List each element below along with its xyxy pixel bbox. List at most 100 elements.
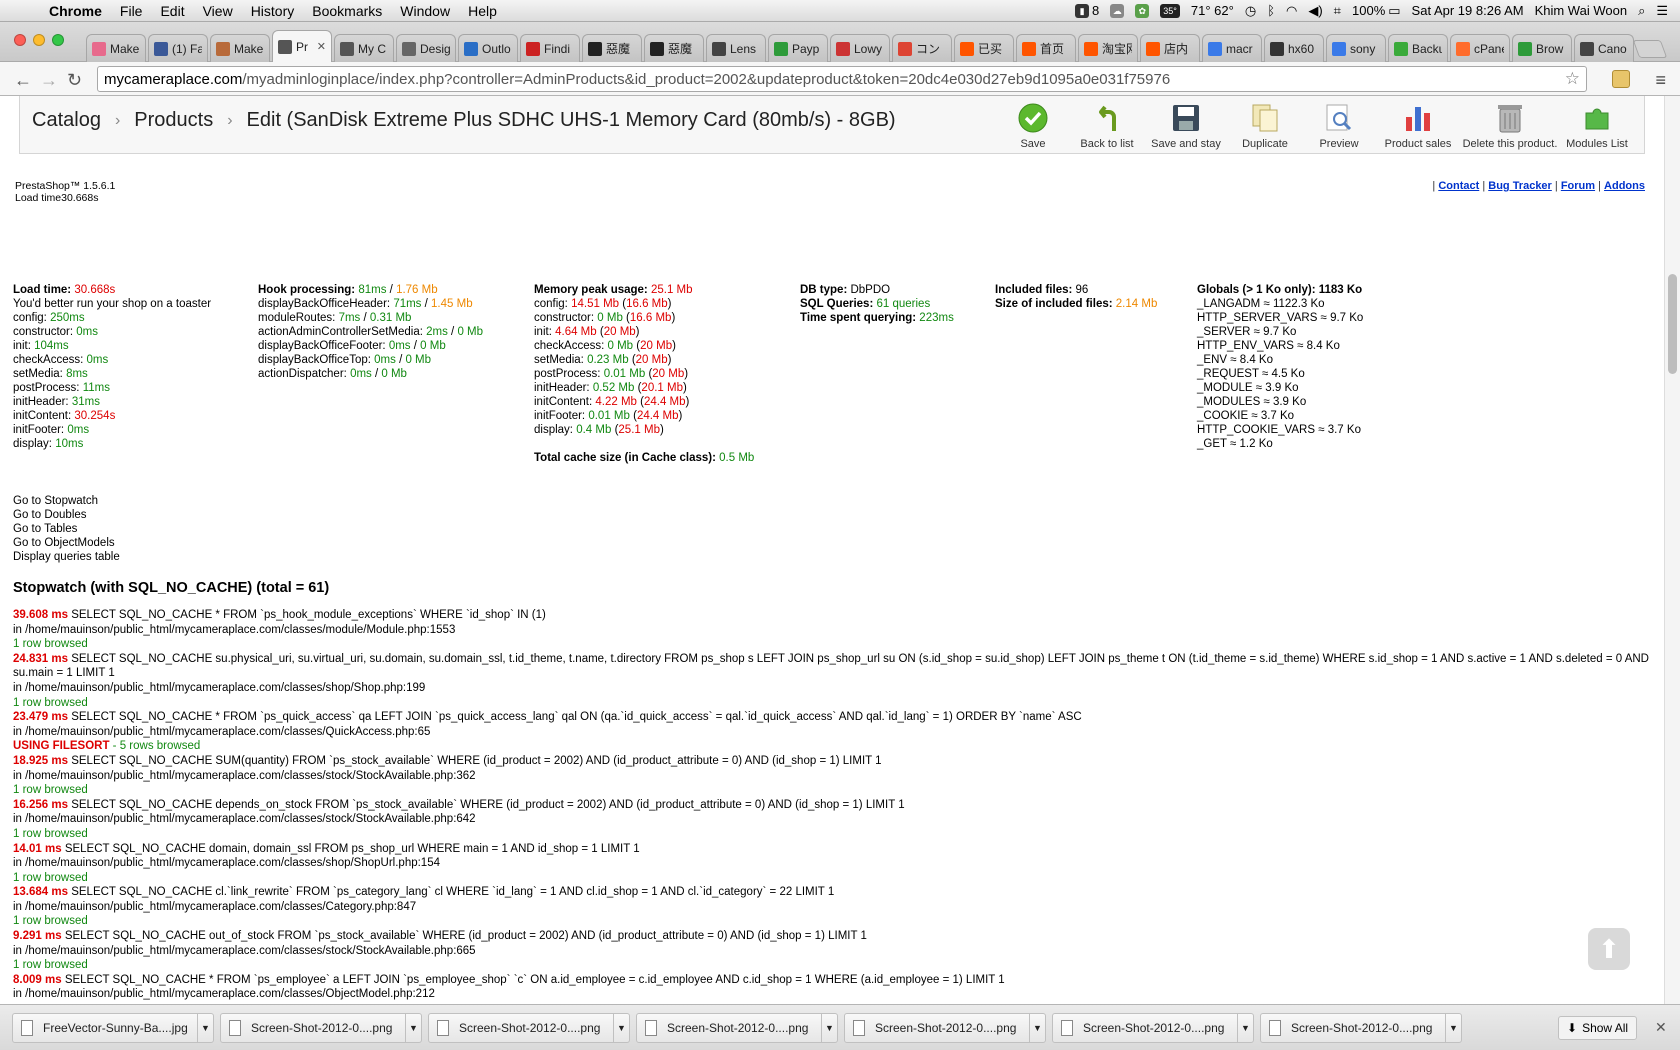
menu-app-name[interactable]: Chrome <box>40 3 111 19</box>
url-bar[interactable]: mycameraplace.com/myadminloginplace/inde… <box>97 66 1587 92</box>
goto-link[interactable]: Go to Tables <box>13 522 120 536</box>
browser-tab[interactable]: 淘宝网 <box>1078 34 1138 62</box>
menu-file[interactable]: File <box>111 3 152 19</box>
menu-history[interactable]: History <box>242 3 304 19</box>
browser-tab[interactable]: Desig <box>396 34 456 62</box>
browser-tab[interactable]: Lowy <box>830 34 890 62</box>
browser-tab[interactable]: 已买 <box>954 34 1014 62</box>
modules-list-button[interactable]: Modules List <box>1562 102 1632 150</box>
chevron-down-icon[interactable]: ▼ <box>197 1014 213 1042</box>
browser-tab[interactable]: 店内 <box>1140 34 1200 62</box>
menu-view[interactable]: View <box>194 3 242 19</box>
goto-link[interactable]: Go to Stopwatch <box>13 494 120 508</box>
chevron-down-icon[interactable]: ▼ <box>1445 1014 1461 1042</box>
menu-window[interactable]: Window <box>391 3 459 19</box>
page-scrollbar[interactable] <box>1664 96 1680 1004</box>
zoom-window-button[interactable] <box>52 34 64 46</box>
browser-tab[interactable]: Findi <box>520 34 580 62</box>
chevron-down-icon[interactable]: ▼ <box>1237 1014 1253 1042</box>
minimize-window-button[interactable] <box>33 34 45 46</box>
keyboard-icon[interactable]: ⌗ <box>1334 3 1341 19</box>
thermometer[interactable]: 71° 62° <box>1191 3 1234 18</box>
load-stat-row: initHeader: 31ms <box>13 395 211 409</box>
volume-icon[interactable]: ◀) <box>1308 3 1322 19</box>
browser-tab[interactable]: (1) Fa <box>148 34 208 62</box>
save-button[interactable]: Save <box>998 102 1068 150</box>
duplicate-button[interactable]: Duplicate <box>1230 102 1300 150</box>
chevron-down-icon[interactable]: ▼ <box>1029 1014 1045 1042</box>
browser-tab[interactable]: 惡魔 <box>644 34 704 62</box>
back-arrow-icon[interactable]: ← <box>14 70 32 91</box>
download-item[interactable]: Screen-Shot-2012-0....png ▼ <box>1052 1013 1254 1043</box>
goto-link[interactable]: Display queries table <box>13 550 120 564</box>
browser-tab[interactable]: Make <box>210 34 270 62</box>
bug-tracker-link[interactable]: Bug Tracker <box>1488 180 1552 192</box>
close-tab-icon[interactable]: ✕ <box>317 40 326 53</box>
scroll-to-top-button[interactable]: ⬆ <box>1588 928 1630 970</box>
browser-tab[interactable]: sony <box>1326 34 1386 62</box>
close-window-button[interactable] <box>14 34 26 46</box>
goto-link[interactable]: Go to Doubles <box>13 508 120 522</box>
close-download-shelf-icon[interactable]: ✕ <box>1655 1019 1667 1036</box>
browser-tab[interactable]: Brow <box>1512 34 1572 62</box>
reload-icon[interactable]: ↻ <box>67 70 82 91</box>
chevron-down-icon[interactable]: ▼ <box>405 1014 421 1042</box>
preview-button[interactable]: Preview <box>1304 102 1374 150</box>
status-item-count[interactable]: ▮ 8 <box>1075 3 1099 18</box>
download-item[interactable]: Screen-Shot-2012-0....png ▼ <box>220 1013 422 1043</box>
scrollbar-thumb[interactable] <box>1668 274 1677 374</box>
browser-tab[interactable]: cPane <box>1450 34 1510 62</box>
breadcrumb-catalog[interactable]: Catalog <box>32 109 101 132</box>
browser-tab[interactable]: Outlo <box>458 34 518 62</box>
cloud-icon[interactable]: ☁ <box>1110 3 1125 18</box>
addons-link[interactable]: Addons <box>1604 180 1645 192</box>
temp-badge[interactable]: 35° <box>1160 3 1180 18</box>
browser-tab[interactable]: Cano <box>1574 34 1634 62</box>
forum-link[interactable]: Forum <box>1561 180 1595 192</box>
new-tab-button[interactable] <box>1632 40 1668 58</box>
menu-edit[interactable]: Edit <box>151 3 193 19</box>
browser-tab[interactable]: 首页 <box>1016 34 1076 62</box>
goto-link[interactable]: Go to ObjectModels <box>13 536 120 550</box>
bookmark-star-icon[interactable]: ☆ <box>1565 69 1580 89</box>
product-sales-button[interactable]: Product sales <box>1378 102 1458 150</box>
battery-status[interactable]: 100% ▭ <box>1352 3 1401 19</box>
browser-tab[interactable]: Make <box>86 34 146 62</box>
download-item[interactable]: Screen-Shot-2012-0....png ▼ <box>428 1013 630 1043</box>
download-item[interactable]: Screen-Shot-2012-0....png ▼ <box>1260 1013 1462 1043</box>
sync-icon[interactable]: ✿ <box>1135 3 1150 18</box>
notification-icon[interactable]: ☰ <box>1656 3 1668 19</box>
chevron-down-icon[interactable]: ▼ <box>821 1014 837 1042</box>
bluetooth-icon[interactable]: ᛒ <box>1267 3 1275 18</box>
browser-tab[interactable]: macr <box>1202 34 1262 62</box>
browser-tab[interactable]: 惡魔 <box>582 34 642 62</box>
chevron-down-icon[interactable]: ▼ <box>613 1014 629 1042</box>
user-name[interactable]: Khim Wai Woon <box>1535 3 1627 18</box>
download-item[interactable]: FreeVector-Sunny-Ba....jpg ▼ <box>12 1013 214 1043</box>
clock[interactable]: Sat Apr 19 8:26 AM <box>1412 3 1524 18</box>
menu-help[interactable]: Help <box>459 3 506 19</box>
save-and-stay-button[interactable]: Save and stay <box>1146 102 1226 150</box>
browser-tab[interactable]: Lens <box>706 34 766 62</box>
back-to-list-button[interactable]: Back to list <box>1072 102 1142 150</box>
show-all-downloads-button[interactable]: ⬇ Show All <box>1558 1016 1638 1040</box>
delete-product-button[interactable]: Delete this product. <box>1462 102 1558 150</box>
chrome-menu-icon[interactable]: ≡ <box>1655 70 1666 91</box>
download-item[interactable]: Screen-Shot-2012-0....png ▼ <box>844 1013 1046 1043</box>
time-machine-icon[interactable]: ◷ <box>1245 3 1256 19</box>
download-item[interactable]: Screen-Shot-2012-0....png ▼ <box>636 1013 838 1043</box>
browser-tab[interactable]: Payp <box>768 34 828 62</box>
browser-tab[interactable]: コン <box>892 34 952 62</box>
extension-icon[interactable] <box>1612 70 1630 88</box>
browser-tab[interactable]: Pr ✕ <box>272 30 332 62</box>
browser-tab[interactable]: My C <box>334 34 394 62</box>
forward-arrow-icon[interactable]: → <box>40 70 58 91</box>
wifi-icon[interactable]: ◠ <box>1286 3 1297 19</box>
spotlight-icon[interactable]: ⌕ <box>1638 3 1645 19</box>
breadcrumb-products[interactable]: Products <box>134 109 213 132</box>
menu-bookmarks[interactable]: Bookmarks <box>303 3 391 19</box>
browser-tab[interactable]: Backu <box>1388 34 1448 62</box>
contact-link[interactable]: Contact <box>1438 180 1479 192</box>
load-stat-key: initHeader: <box>13 396 69 408</box>
browser-tab[interactable]: hx60 <box>1264 34 1324 62</box>
